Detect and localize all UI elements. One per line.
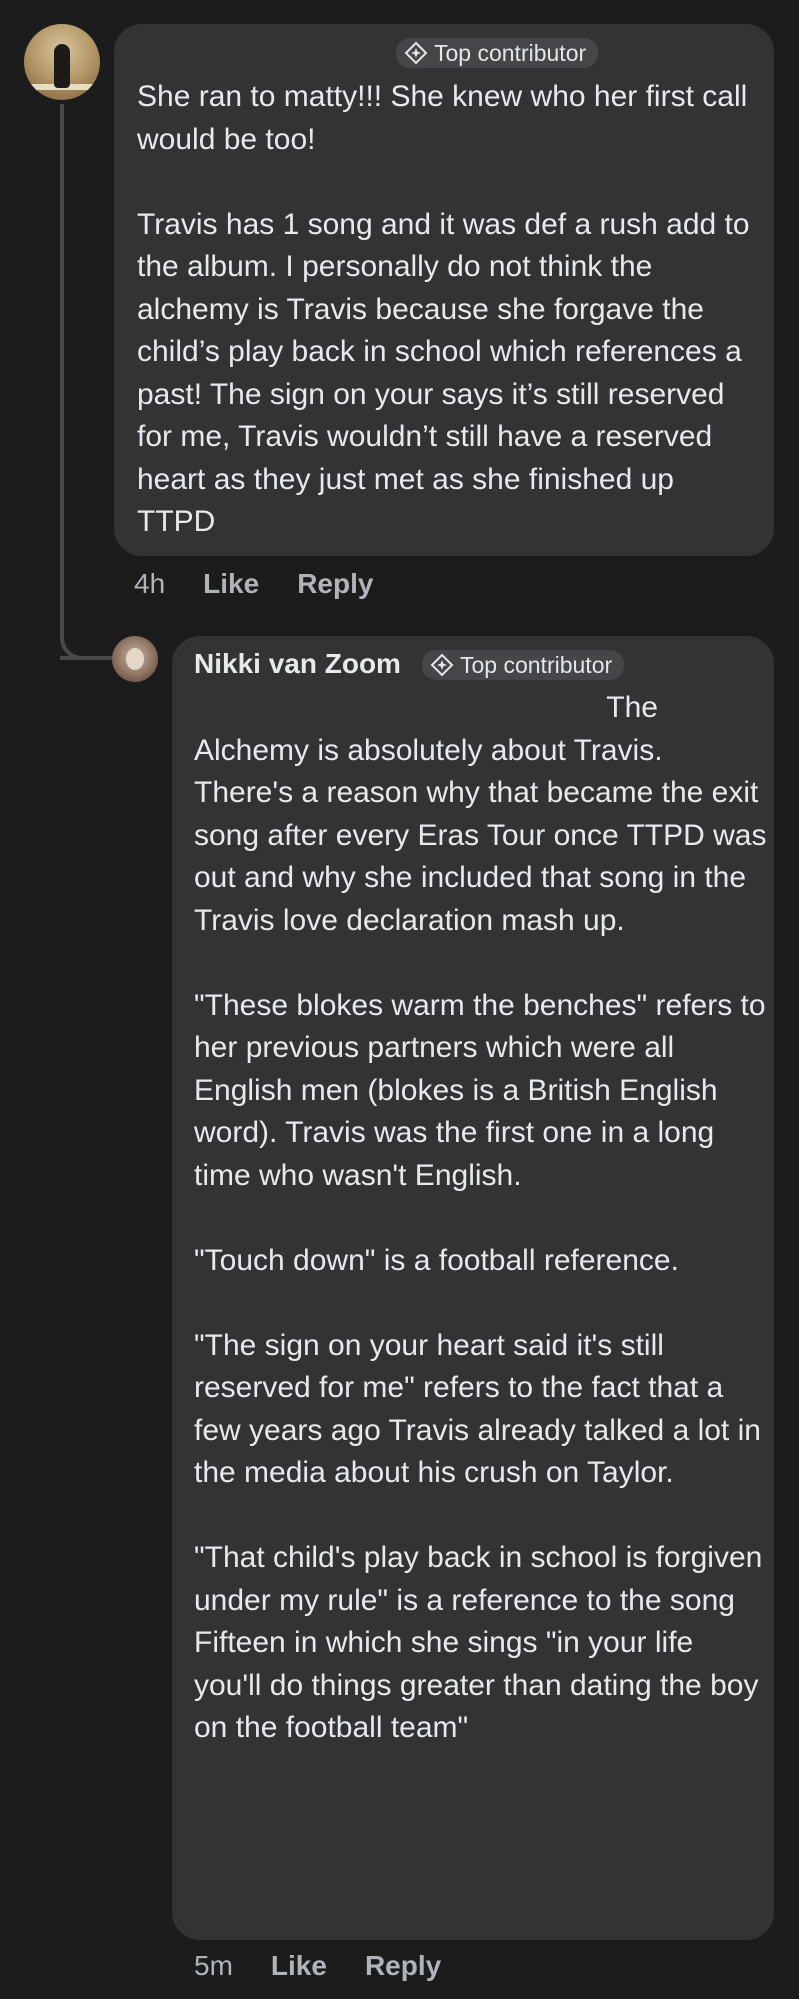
reply-text: The Alchemy is absolutely about Travis. T…	[194, 687, 768, 1750]
reply-button[interactable]: Reply	[365, 1950, 441, 1982]
thread-connector-line	[60, 104, 64, 626]
avatar-face	[126, 648, 144, 670]
reply-button[interactable]: Reply	[297, 568, 373, 600]
top-contributor-badge[interactable]: Top contributor	[422, 650, 625, 680]
reply-author-name[interactable]: Nikki van Zoom	[194, 648, 401, 680]
thread-connector-curve	[60, 620, 86, 660]
avatar[interactable]	[24, 24, 100, 100]
comment-text: She ran to matty!!! She knew who her fir…	[137, 80, 750, 538]
reply-actions: 5m Like Reply	[194, 1950, 479, 1982]
like-button[interactable]: Like	[203, 568, 259, 600]
top-contributor-badge[interactable]: Top contributor	[396, 38, 599, 68]
like-button[interactable]: Like	[271, 1950, 327, 1982]
thread-connector-branch	[60, 656, 118, 660]
avatar-figure	[54, 44, 70, 88]
reply-text-body: Alchemy is absolutely about Travis. Ther…	[194, 733, 767, 1745]
top-contributor-diamond-icon	[404, 41, 428, 65]
badge-label: Top contributor	[460, 651, 613, 678]
comment-actions: 4h Like Reply	[134, 568, 411, 600]
badge-label: Top contributor	[434, 39, 587, 66]
reply-avatar[interactable]	[112, 636, 158, 682]
comment-timestamp[interactable]: 4h	[134, 568, 165, 600]
reply-timestamp[interactable]: 5m	[194, 1950, 233, 1982]
reply-text-first-line: The	[606, 691, 658, 724]
top-contributor-diamond-icon	[430, 653, 454, 677]
